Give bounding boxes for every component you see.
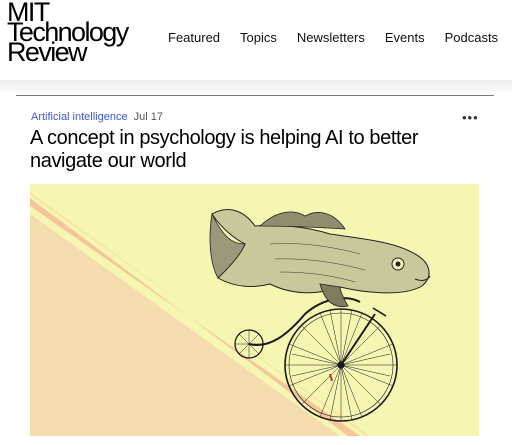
- article-date: Jul 17: [133, 111, 163, 123]
- nav-podcasts[interactable]: Podcasts: [445, 30, 498, 45]
- nav-newsletters[interactable]: Newsletters: [297, 30, 365, 45]
- nav-featured[interactable]: Featured: [168, 30, 220, 45]
- main-nav: Featured Topics Newsletters Events Podca…: [168, 30, 498, 45]
- article-divider: [16, 95, 494, 96]
- more-options-icon[interactable]: •••: [462, 110, 479, 125]
- hero-image[interactable]: [30, 184, 479, 436]
- nav-topics[interactable]: Topics: [240, 30, 277, 45]
- fish-on-penny-farthing-illustration: [30, 184, 479, 436]
- article-headline[interactable]: A concept in psychology is helping AI to…: [30, 127, 490, 173]
- article-category-link[interactable]: Artificial intelligence: [31, 111, 128, 123]
- header-shadow: [0, 80, 512, 92]
- nav-events[interactable]: Events: [385, 30, 425, 45]
- article-meta: Artificial intelligence Jul 17: [31, 111, 163, 123]
- site-logo[interactable]: MIT Technology Review: [7, 0, 129, 66]
- site-header: MIT Technology Review Featured Topics Ne…: [0, 0, 512, 80]
